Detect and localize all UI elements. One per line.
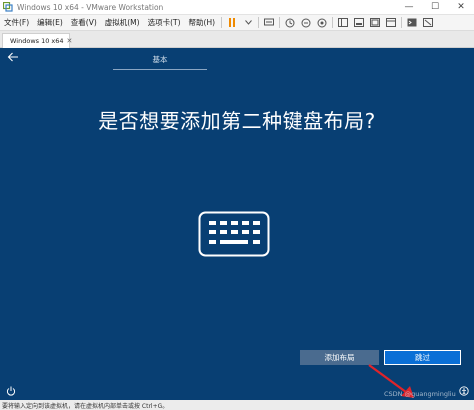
oobe-tab-underline	[113, 69, 207, 70]
vm-tabbar: Windows 10 x64 ✕	[0, 31, 474, 48]
stretch-icon	[423, 18, 434, 27]
keyboard-icon	[198, 211, 270, 257]
toolbar-divider	[401, 17, 403, 28]
sidebar-icon	[338, 18, 349, 27]
revert-snapshot-icon	[301, 18, 311, 27]
tab-close-icon[interactable]: ✕	[67, 37, 73, 45]
tab-windows-10[interactable]: Windows 10 x64 ✕	[2, 33, 73, 48]
pause-button[interactable]	[225, 16, 239, 29]
window-titlebar: Windows 10 x64 - VMware Workstation — ☐ …	[0, 0, 474, 15]
menu-file[interactable]: 文件(F)	[0, 17, 33, 28]
fullscreen-icon	[370, 18, 381, 27]
snapshot-icon	[285, 18, 295, 27]
snapshot-manager-button[interactable]	[315, 16, 329, 29]
vm-display[interactable]: 基本 是否想要添加第二种键盘布局? 添加布局 跳过 CSDN @guangmin…	[0, 48, 474, 400]
vmware-app-icon	[3, 2, 13, 12]
menu-vm[interactable]: 虚拟机(M)	[101, 17, 144, 28]
revert-snapshot-button[interactable]	[299, 16, 313, 29]
tab-label: Windows 10 x64	[10, 37, 64, 45]
pause-icon	[229, 18, 236, 27]
stretch-button[interactable]	[421, 16, 435, 29]
toolbar-divider	[279, 17, 281, 28]
oobe-section-tab: 基本	[152, 55, 168, 64]
send-keys-button[interactable]	[262, 16, 276, 29]
unity-button[interactable]	[384, 16, 398, 29]
menu-tabs[interactable]: 选项卡(T)	[144, 17, 185, 28]
menu-help[interactable]: 帮助(H)	[185, 17, 220, 28]
snapshot-button[interactable]	[283, 16, 297, 29]
dropdown-icon	[244, 20, 252, 25]
toolbar-divider	[258, 17, 260, 28]
console-button[interactable]	[405, 16, 419, 29]
back-arrow-icon[interactable]	[7, 51, 19, 63]
send-keys-icon	[264, 18, 275, 26]
status-message: 要将输入定向到该虚拟机，请在虚拟机内部单击或按 Ctrl+G。	[2, 402, 169, 410]
statusbar: 要将输入定向到该虚拟机，请在虚拟机内部单击或按 Ctrl+G。	[0, 400, 474, 410]
power-dropdown-button[interactable]	[241, 16, 255, 29]
thumbnail-icon	[354, 18, 365, 27]
accessibility-icon[interactable]	[459, 386, 469, 396]
menubar: 文件(F) 编辑(E) 查看(V) 虚拟机(M) 选项卡(T) 帮助(H)	[0, 15, 474, 31]
menu-view[interactable]: 查看(V)	[67, 17, 101, 28]
library-button[interactable]	[336, 16, 350, 29]
close-button[interactable]: ✕	[448, 0, 474, 15]
thumbnail-button[interactable]	[352, 16, 366, 29]
maximize-button[interactable]: ☐	[422, 0, 448, 15]
power-icon[interactable]	[6, 386, 16, 396]
toolbar-divider	[221, 17, 223, 28]
toolbar-divider	[332, 17, 334, 28]
menu-edit[interactable]: 编辑(E)	[33, 17, 67, 28]
snapshot-manager-icon	[317, 18, 327, 27]
unity-icon	[386, 18, 397, 27]
console-icon	[407, 18, 417, 27]
watermark: CSDN @guangmingliu	[384, 390, 456, 398]
fullscreen-button[interactable]	[368, 16, 382, 29]
oobe-question: 是否想要添加第二种键盘布局?	[98, 109, 376, 133]
window-title: Windows 10 x64 - VMware Workstation	[17, 2, 164, 12]
minimize-button[interactable]: —	[396, 0, 422, 15]
